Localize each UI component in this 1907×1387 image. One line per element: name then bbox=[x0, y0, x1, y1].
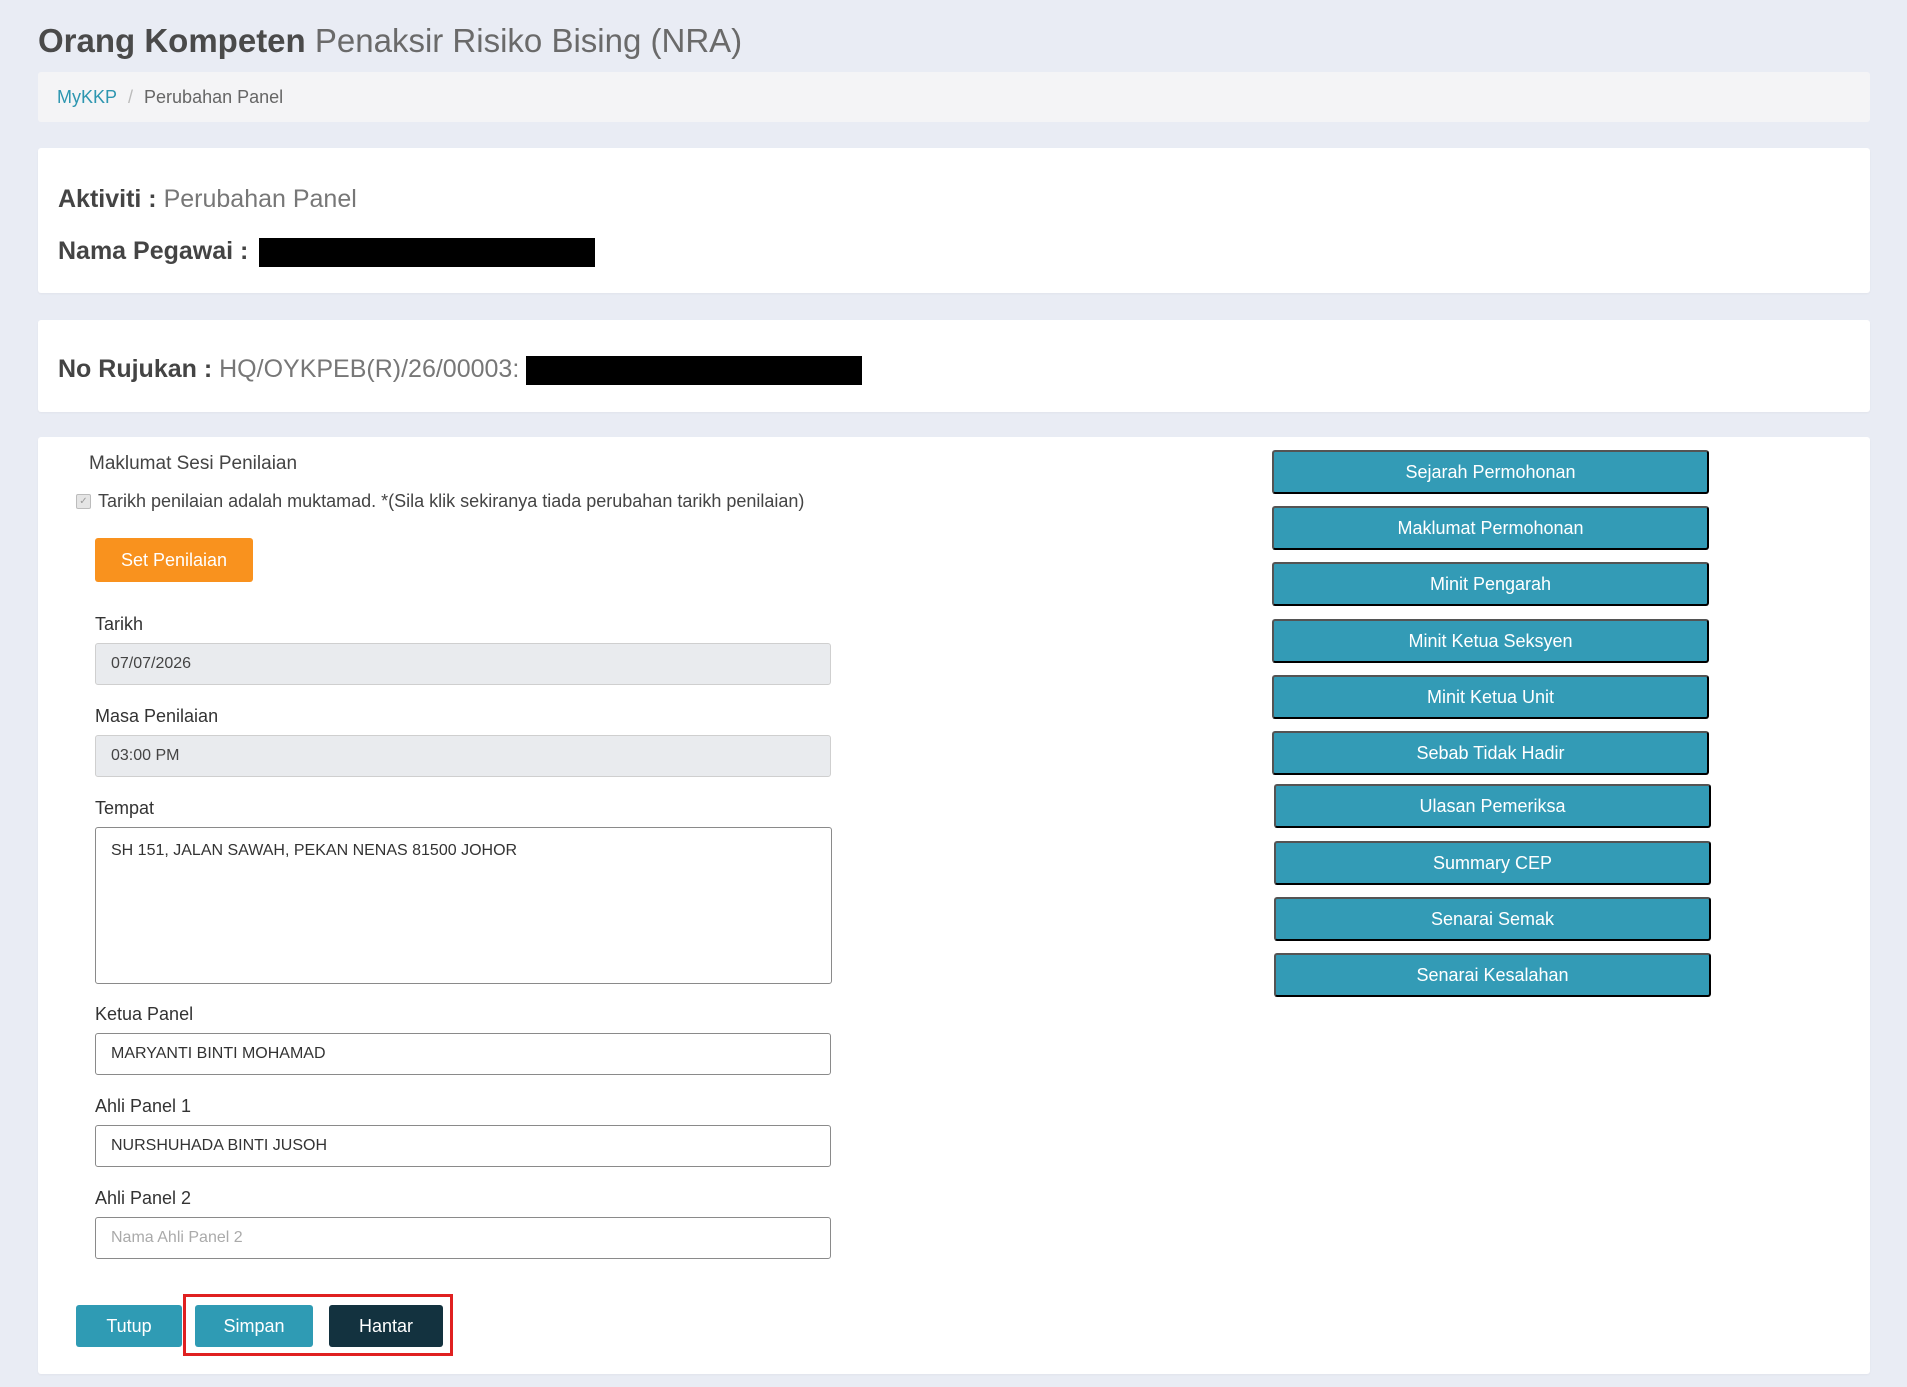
minit-pengarah-button[interactable]: Minit Pengarah bbox=[1272, 562, 1709, 606]
session-card: Maklumat Sesi Penilaian ✓ Tarikh penilai… bbox=[38, 437, 1870, 1374]
breadcrumb: MyKKP / Perubahan Panel bbox=[38, 72, 1870, 122]
pegawai-label: Nama Pegawai : bbox=[58, 237, 249, 265]
reference-card: No Rujukan : HQ/OYKPEB(R)/26/00003: bbox=[38, 320, 1870, 412]
ahli-panel-1-label: Ahli Panel 1 bbox=[95, 1096, 192, 1116]
tempat-textarea[interactable]: SH 151, JALAN SAWAH, PEKAN NENAS 81500 J… bbox=[95, 827, 832, 984]
tarikh-field[interactable]: 07/07/2026 bbox=[95, 643, 831, 685]
muktamad-checkbox-label: Tarikh penilaian adalah muktamad. *(Sila… bbox=[98, 491, 805, 511]
pegawai-redacted bbox=[259, 237, 596, 267]
rujukan-value: HQ/OYKPEB(R)/26/00003: bbox=[219, 355, 520, 383]
rujukan-redacted bbox=[526, 355, 863, 385]
breadcrumb-current: Perubahan Panel bbox=[144, 86, 284, 107]
summary-cep-button[interactable]: Summary CEP bbox=[1274, 841, 1711, 885]
page-title-light: Penaksir Risiko Bising (NRA) bbox=[314, 22, 743, 59]
aktiviti-value: Perubahan Panel bbox=[163, 185, 357, 213]
minit-ketua-unit-button[interactable]: Minit Ketua Unit bbox=[1272, 675, 1709, 719]
ketua-panel-field[interactable]: MARYANTI BINTI MOHAMAD bbox=[95, 1033, 831, 1075]
tarikh-label: Tarikh bbox=[95, 614, 144, 634]
aktiviti-row: Aktiviti : Perubahan Panel bbox=[58, 185, 357, 214]
breadcrumb-separator: / bbox=[128, 86, 134, 107]
set-penilaian-button[interactable]: Set Penilaian bbox=[95, 538, 253, 582]
senarai-semak-button[interactable]: Senarai Semak bbox=[1274, 897, 1711, 941]
activity-card: Aktiviti : Perubahan Panel Nama Pegawai … bbox=[38, 148, 1870, 293]
page-title: Orang Kompeten Penaksir Risiko Bising (N… bbox=[38, 22, 742, 60]
ulasan-pemeriksa-button[interactable]: Ulasan Pemeriksa bbox=[1274, 784, 1711, 828]
senarai-kesalahan-button[interactable]: Senarai Kesalahan bbox=[1274, 953, 1711, 997]
muktamad-checkbox-row: ✓ Tarikh penilaian adalah muktamad. *(Si… bbox=[76, 491, 804, 512]
maklumat-permohonan-button[interactable]: Maklumat Permohonan bbox=[1272, 506, 1709, 550]
minit-ketua-seksyen-button[interactable]: Minit Ketua Seksyen bbox=[1272, 619, 1709, 663]
aktiviti-label: Aktiviti : bbox=[58, 185, 157, 213]
ahli-panel-1-field[interactable]: NURSHUHADA BINTI JUSOH bbox=[95, 1125, 831, 1167]
section-title: Maklumat Sesi Penilaian bbox=[89, 453, 298, 474]
tutup-button[interactable]: Tutup bbox=[76, 1305, 182, 1347]
rujukan-label: No Rujukan : bbox=[58, 355, 213, 383]
page-title-bold: Orang Kompeten bbox=[38, 22, 306, 59]
ahli-panel-2-field[interactable]: Nama Ahli Panel 2 bbox=[95, 1217, 831, 1259]
ahli-panel-2-label: Ahli Panel 2 bbox=[95, 1188, 192, 1208]
ketua-panel-label: Ketua Panel bbox=[95, 1004, 194, 1024]
breadcrumb-home-link[interactable]: MyKKP bbox=[57, 87, 117, 108]
muktamad-checkbox[interactable]: ✓ bbox=[76, 494, 91, 509]
sejarah-permohonan-button[interactable]: Sejarah Permohonan bbox=[1272, 450, 1709, 494]
tempat-label: Tempat bbox=[95, 798, 155, 818]
pegawai-row: Nama Pegawai : bbox=[58, 237, 596, 267]
highlight-annotation-box bbox=[183, 1294, 453, 1356]
rujukan-row: No Rujukan : HQ/OYKPEB(R)/26/00003: bbox=[58, 355, 863, 385]
sebab-tidak-hadir-button[interactable]: Sebab Tidak Hadir bbox=[1272, 731, 1709, 775]
masa-label: Masa Penilaian bbox=[95, 706, 219, 726]
masa-field[interactable]: 03:00 PM bbox=[95, 735, 831, 777]
